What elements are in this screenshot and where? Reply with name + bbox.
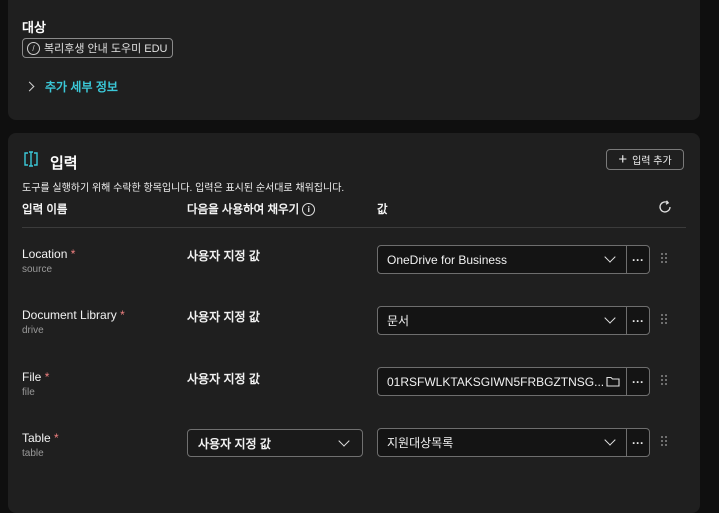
input-section-icon [24,151,38,167]
inputs-description: 도구를 실행하기 위해 수락한 항목입니다. 입력은 표시된 순서대로 채워집니… [22,183,345,194]
row-location-name: Location * [22,247,75,261]
row-file-sub: file [22,387,35,398]
row-name-text: Location [22,247,68,261]
row-table-name: Table * [22,431,59,445]
required-mark: * [54,431,59,445]
drag-handle-icon[interactable] [661,436,669,448]
row-name-text: Table [22,431,51,445]
chevron-down-icon [604,434,616,446]
table-value: 지원대상목록 [387,436,454,450]
column-header-fill-label: 다음을 사용하여 채우기 [187,204,300,216]
file-value: 01RSFWLKTAKSGIWN5FRBGZTNSG... [387,374,605,389]
column-header-value: 값 [377,204,388,216]
row-name-text: Document Library [22,308,117,322]
chevron-right-icon [24,81,35,92]
required-mark: * [120,308,125,322]
table-fill-value: 사용자 지정 값 [198,436,271,451]
row-name-text: File [22,370,42,384]
row-file-name: File * [22,370,49,384]
required-mark: * [44,370,50,384]
row-drive-fill: 사용자 지정 값 [187,310,260,324]
column-header-fill: 다음을 사용하여 채우기 i [187,201,316,217]
file-value-input[interactable]: 01RSFWLKTAKSGIWN5FRBGZTNSG... ··· [377,367,650,396]
add-input-label: 입력 추가 [632,156,672,167]
drag-handle-icon[interactable] [661,253,669,265]
info-icon[interactable]: i [302,203,316,217]
row-drive-name: Document Library * [22,308,125,322]
chevron-down-icon [338,434,350,447]
table-value-select[interactable]: 지원대상목록 ··· [377,428,650,457]
add-input-button[interactable]: + 입력 추가 [606,149,684,170]
refresh-icon[interactable] [657,199,673,215]
row-table-sub: table [22,448,44,459]
header-divider [22,227,686,228]
more-details-link[interactable]: 추가 세부 정보 [45,78,118,95]
row-location-fill: 사용자 지정 값 [187,249,260,263]
target-label: 대상 [22,20,46,35]
more-details-expander[interactable]: 추가 세부 정보 [24,78,118,95]
drag-handle-icon[interactable] [661,375,669,387]
target-chip: / 복리후생 안내 도우미 EDU [22,38,174,58]
inputs-title: 입력 [50,155,78,172]
location-value-select[interactable]: OneDrive for Business ··· [377,245,650,274]
drive-value-select[interactable]: 문서 ··· [377,306,650,335]
chevron-down-icon [604,251,616,263]
target-chip-text: 복리후생 안내 도우미 EDU [44,43,168,55]
drag-handle-icon[interactable] [661,314,669,326]
column-header-name: 입력 이름 [22,204,68,216]
more-icon[interactable]: ··· [626,307,649,334]
row-location-sub: source [22,264,53,275]
row-drive-sub: drive [22,325,44,336]
more-icon[interactable]: ··· [626,429,649,456]
more-icon[interactable]: ··· [626,368,649,395]
plus-icon: + [618,150,628,168]
location-value: OneDrive for Business [387,252,508,267]
table-fill-select[interactable]: 사용자 지정 값 [187,429,363,457]
agent-icon: / [27,41,40,55]
folder-icon[interactable] [606,376,620,387]
more-icon[interactable]: ··· [626,246,649,273]
chevron-down-icon [604,312,616,324]
row-file-fill: 사용자 지정 값 [187,372,260,386]
target-card [8,0,700,120]
drive-value: 문서 [387,314,410,328]
required-mark: * [70,247,76,261]
